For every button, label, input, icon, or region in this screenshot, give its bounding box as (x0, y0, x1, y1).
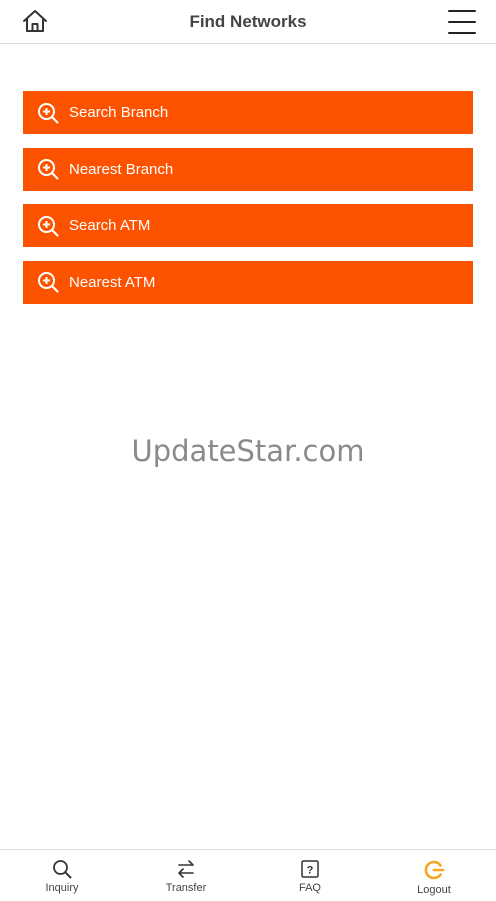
zoom-plus-icon (38, 272, 59, 293)
network-actions-list: Search Branch Nearest Branch Search ATM (23, 91, 473, 317)
nav-label-transfer: Transfer (165, 882, 207, 894)
nav-item-transfer[interactable]: Transfer (124, 850, 248, 901)
menu-line (448, 32, 476, 34)
menu-line (448, 10, 476, 12)
search-icon (53, 860, 72, 879)
bottom-nav: Inquiry Transfer ? FAQ Logout (0, 849, 496, 901)
nav-item-faq[interactable]: ? FAQ (248, 850, 372, 901)
nav-label-logout: Logout (417, 884, 451, 896)
question-box-icon: ? (301, 860, 319, 878)
watermark-text: UpdateStar.com (131, 434, 365, 468)
hamburger-menu-button[interactable] (448, 8, 476, 36)
header-bar: Find Networks (0, 0, 496, 44)
nav-item-logout[interactable]: Logout (372, 850, 496, 901)
zoom-plus-icon (38, 215, 59, 237)
nav-item-inquiry[interactable]: Inquiry (0, 850, 124, 901)
nearest-atm-label: Nearest ATM (69, 273, 156, 291)
menu-line (448, 21, 476, 23)
search-branch-button[interactable]: Search Branch (23, 91, 473, 134)
transfer-arrows-icon (178, 860, 194, 878)
zoom-plus-icon (38, 102, 59, 124)
app-root: Find Networks Search Branch Nearest Bran… (0, 0, 496, 901)
logout-icon (424, 860, 445, 880)
zoom-plus-icon (38, 159, 59, 180)
nearest-branch-label: Nearest Branch (69, 160, 174, 178)
page-title: Find Networks (189, 12, 307, 31)
nav-label-faq: FAQ (298, 882, 321, 894)
nearest-atm-button[interactable]: Nearest ATM (23, 260, 473, 304)
search-branch-label: Search Branch (69, 104, 169, 121)
nav-label-inquiry: Inquiry (45, 882, 79, 894)
search-atm-button[interactable]: Search ATM (23, 204, 473, 247)
search-atm-label: Search ATM (69, 217, 151, 234)
svg-text:?: ? (307, 865, 314, 877)
nearest-branch-button[interactable]: Nearest Branch (23, 147, 473, 191)
